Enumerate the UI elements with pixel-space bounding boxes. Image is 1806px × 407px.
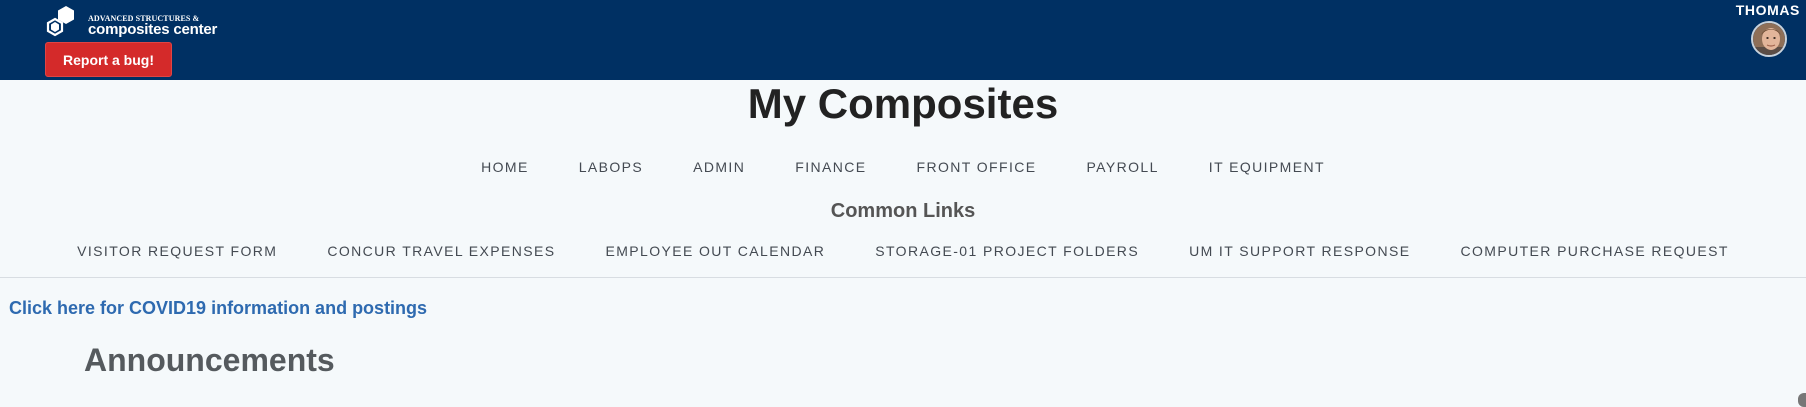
page-title: My Composites [747,80,1059,127]
nav-item-home[interactable]: HOME [481,159,529,175]
common-links-heading: Common Links [830,200,976,222]
section-divider [0,277,1806,278]
logo-text-bottom: composites center [88,21,218,38]
composites-center-logo[interactable]: ADVANCED STRUCTURES & composites center [44,3,218,39]
nav-item-labops[interactable]: LABOPS [579,159,643,175]
link-employee-out-calendar[interactable]: EMPLOYEE OUT CALENDAR [605,243,825,259]
hexagon-logo-icon [46,6,74,37]
user-name[interactable]: THOMAS [1736,2,1800,18]
scrollbar-thumb[interactable] [1798,393,1806,407]
covid19-info-link[interactable]: Click here for COVID19 information and p… [9,298,427,319]
nav-item-admin[interactable]: ADMIN [693,159,745,175]
nav-item-front-office[interactable]: FRONT OFFICE [917,159,1037,175]
nav-item-it-equipment[interactable]: IT EQUIPMENT [1209,159,1325,175]
top-header-bar: ADVANCED STRUCTURES & composites center … [0,0,1806,80]
common-links-bar: VISITOR REQUEST FORM CONCUR TRAVEL EXPEN… [0,243,1806,259]
main-nav: HOME LABOPS ADMIN FINANCE FRONT OFFICE P… [0,159,1806,175]
user-avatar-icon [1753,23,1785,55]
nav-item-finance[interactable]: FINANCE [795,159,866,175]
nav-item-payroll[interactable]: PAYROLL [1086,159,1158,175]
avatar[interactable] [1751,21,1787,57]
link-um-it-support-response[interactable]: UM IT SUPPORT RESPONSE [1189,243,1410,259]
link-computer-purchase-request[interactable]: COMPUTER PURCHASE REQUEST [1460,243,1728,259]
report-bug-button[interactable]: Report a bug! [45,42,172,77]
link-concur-travel-expenses[interactable]: CONCUR TRAVEL EXPENSES [327,243,555,259]
link-storage-01-project-folders[interactable]: STORAGE-01 PROJECT FOLDERS [875,243,1139,259]
announcements-heading: Announcements [84,342,335,378]
link-visitor-request-form[interactable]: VISITOR REQUEST FORM [77,243,277,259]
